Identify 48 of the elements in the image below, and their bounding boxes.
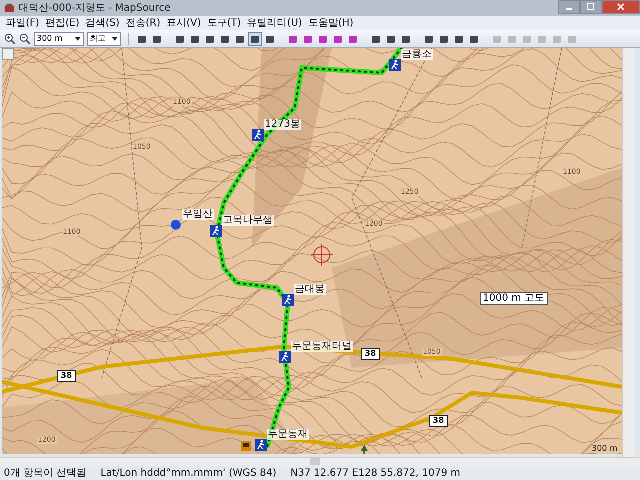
road-shield: 38 xyxy=(361,348,380,360)
waypoint-label: 우암산 xyxy=(182,209,214,220)
horizontal-scrollbar[interactable] xyxy=(0,457,640,466)
menu-item[interactable]: 파일(F) xyxy=(6,16,40,30)
status-coordinate-format: Lat/Lon hddd°mm.mmm' (WGS 84) xyxy=(100,468,277,478)
close-icon xyxy=(616,3,626,11)
map-scale: 300 m xyxy=(592,444,618,453)
zoom-in-icon[interactable] xyxy=(4,32,16,44)
maximize-button[interactable] xyxy=(580,0,602,14)
hiker-icon[interactable] xyxy=(282,294,294,306)
hiker-icon[interactable] xyxy=(210,225,222,237)
hiker-icon[interactable] xyxy=(279,351,291,363)
zoom-dropdown[interactable]: 300 m xyxy=(34,32,84,46)
minimize-button[interactable] xyxy=(558,0,580,14)
hiker-icon[interactable] xyxy=(255,439,267,451)
zoom-out-icon[interactable] xyxy=(19,32,31,44)
bus-icon xyxy=(241,441,251,451)
tree-icon xyxy=(360,445,369,454)
menu-item[interactable]: 도구(T) xyxy=(207,16,242,30)
window-title: 대덕산-000-지형도 - MapSource xyxy=(19,2,171,15)
road-shield: 38 xyxy=(429,415,448,427)
menu-item[interactable]: 전송(R) xyxy=(126,16,161,30)
waypoint-label: 고목나무샘 xyxy=(222,215,274,226)
elevation-marker-label: 1000 m 고도 xyxy=(480,292,548,305)
waypoint-label: 금룡소 xyxy=(401,49,433,60)
status-position: N37 12.677 E128 55.872, 1079 m xyxy=(290,468,460,478)
dropdown-caret-icon xyxy=(112,36,118,40)
crosshair-icon xyxy=(310,244,334,266)
dropdown-caret-icon xyxy=(75,36,81,40)
menu-item[interactable]: 도움말(H) xyxy=(308,16,354,30)
hiker-icon[interactable] xyxy=(252,129,264,141)
road-shield: 38 xyxy=(57,370,76,382)
menu-item[interactable]: 편집(E) xyxy=(46,16,80,30)
waypoint-label: 두문동재 xyxy=(267,429,309,440)
waypoint-dot-icon[interactable] xyxy=(170,219,182,231)
maximize-icon xyxy=(586,3,596,11)
waypoint-label: 금대봉 xyxy=(294,284,326,295)
app-icon xyxy=(4,2,15,14)
menu-item[interactable]: 유틸리티(U) xyxy=(247,16,302,30)
status-selection: 0개 항목이 선택됨 xyxy=(4,467,87,480)
menu-item[interactable]: 표시(V) xyxy=(166,16,202,30)
detail-dropdown[interactable]: 최고 xyxy=(87,32,121,46)
menu-item[interactable]: 검색(S) xyxy=(86,16,120,30)
waypoint-label: 1273봉 xyxy=(264,119,302,130)
waypoint-label: 두문동재터널 xyxy=(291,341,353,352)
hiker-icon[interactable] xyxy=(389,59,401,71)
vertical-scrollbar[interactable] xyxy=(622,48,635,457)
close-button[interactable] xyxy=(602,0,640,14)
